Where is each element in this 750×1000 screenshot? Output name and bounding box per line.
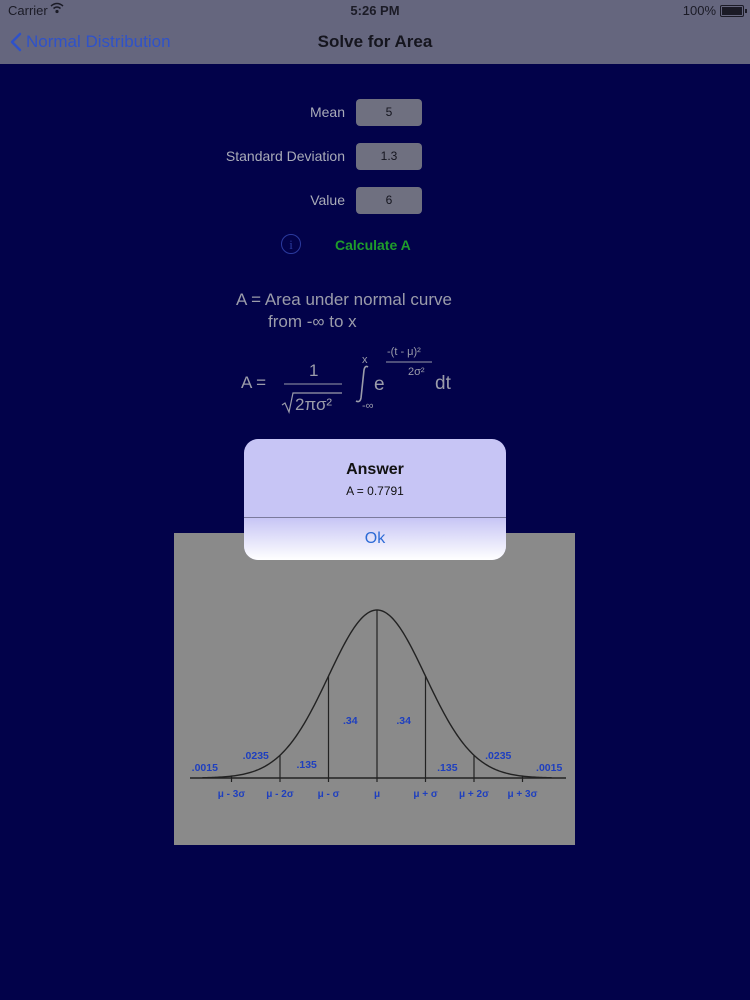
status-time: 5:26 PM [350,3,400,18]
navigation-bar: Normal Distribution Solve for Area [0,20,750,64]
normal-curve-svg: .0015 .0235 .135 .34 .34 .135 .0235 .0015 μ - 3σ… [190,609,566,800]
region-label-2: .135 [296,759,317,771]
formula-denominator: 2πσ² [295,395,333,414]
alert-title: Answer [346,461,404,478]
tick-label-3: μ [374,789,380,800]
ok-button[interactable]: Ok [244,518,506,560]
tick-label-6: μ + 3σ [508,789,538,800]
tick-label-4: μ + σ [413,789,438,800]
calculate-button[interactable]: Calculate A [335,237,411,253]
formula-lhs: A = [241,373,267,392]
region-label-0: .0015 [192,762,218,774]
info-icon[interactable]: i [281,234,301,254]
region-label-1: .0235 [243,750,269,762]
answer-alert: Answer A = 0.7791 Ok [244,439,506,560]
page-title: Solve for Area [317,32,433,51]
differential-dt: dt [435,373,451,394]
region-label-6: .0235 [485,750,511,762]
normal-distribution-chart: .0015 .0235 .135 .34 .34 .135 .0235 .0015 μ - 3σ… [174,533,575,845]
region-label-4: .34 [396,715,411,727]
alert-message: A = 0.7791 [346,484,404,498]
mean-label: Mean [309,104,345,120]
exponent-numerator: -(t - μ)² [387,346,421,358]
tick-label-2: μ - σ [318,789,340,800]
integral-lower-limit: -∞ [362,400,374,412]
exponent-denominator: 2σ² [408,366,425,378]
mean-field[interactable]: 5 [356,99,422,126]
battery-percent: 100% [682,3,716,18]
tick-label-0: μ - 3σ [218,789,246,800]
region-label-5: .135 [437,762,458,774]
formula-numerator: 1 [309,361,319,380]
standard-deviation-label: Standard Deviation [225,148,345,164]
battery-icon [720,5,747,17]
exponent-fraction-bar [386,361,432,363]
tick-label-5: μ + 2σ [459,789,489,800]
region-label-3: .34 [343,715,358,727]
tick-label-1: μ - 2σ [266,789,294,800]
formula-description-line1: A = Area under normal curve [236,290,452,309]
integral-upper-limit: x [362,354,368,366]
exponential-base: e [374,374,385,395]
value-field[interactable]: 6 [356,187,422,214]
region-label-7: .0015 [536,762,562,774]
status-bar: Carrier 5:26 PM 100% [0,0,750,20]
formula-description-line2: from -∞ to x [268,312,357,331]
standard-deviation-field[interactable]: 1.3 [356,143,422,170]
value-label: Value [310,192,345,208]
integral-sign-icon [355,365,369,403]
